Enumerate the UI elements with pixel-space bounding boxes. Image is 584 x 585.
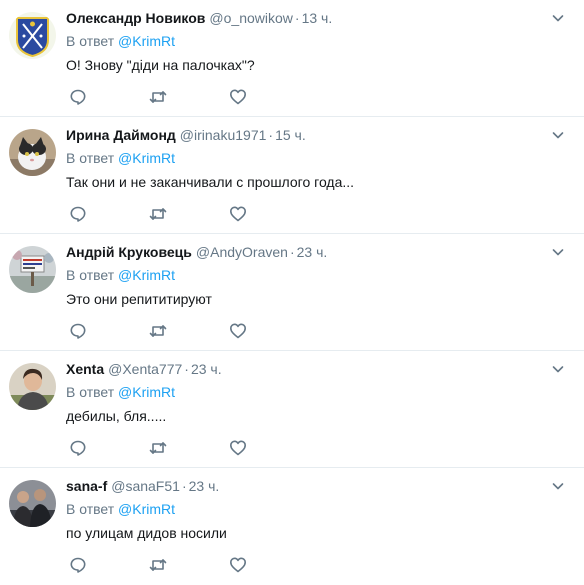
coat-of-arms-avatar-image [9, 12, 56, 59]
tweet[interactable]: Xenta @Xenta777 · 23 ч. В ответ @KrimRt деб… [0, 351, 584, 468]
retweet-icon[interactable] [149, 322, 167, 340]
tweet[interactable]: Олександр Новиков @o_nowikow · 13 ч. В отве… [0, 0, 584, 117]
reply-prefix: В ответ [66, 501, 115, 517]
author-handle[interactable]: @Xenta777 [108, 361, 182, 377]
like-heart-icon[interactable] [229, 439, 247, 457]
tweet-actions [69, 556, 247, 574]
like-heart-icon[interactable] [229, 322, 247, 340]
retweet-icon[interactable] [149, 556, 167, 574]
tweet-feed: Олександр Новиков @o_nowikow · 13 ч. В отве… [0, 0, 584, 585]
reply-icon[interactable] [69, 439, 87, 457]
avatar[interactable] [9, 129, 56, 176]
like-heart-icon[interactable] [229, 88, 247, 106]
tweet-actions [69, 205, 247, 223]
reply-context: В ответ @KrimRt [66, 32, 175, 50]
tweet-time[interactable]: 23 ч. [189, 478, 220, 494]
tweet-time[interactable]: 15 ч. [275, 127, 306, 143]
reply-to-link[interactable]: @KrimRt [118, 384, 175, 400]
reply-context: В ответ @KrimRt [66, 500, 175, 518]
reply-to-link[interactable]: @KrimRt [118, 267, 175, 283]
avatar[interactable] [9, 12, 56, 59]
tweet-text: О! Знову "діди на палочках"? [66, 57, 255, 73]
reply-to-link[interactable]: @KrimRt [118, 150, 175, 166]
tweet-header: Xenta @Xenta777 · 23 ч. [66, 360, 222, 378]
reply-context: В ответ @KrimRt [66, 383, 175, 401]
reply-icon[interactable] [69, 556, 87, 574]
retweet-icon[interactable] [149, 205, 167, 223]
chevron-down-icon[interactable] [552, 129, 564, 141]
avatar[interactable] [9, 480, 56, 527]
retweet-icon[interactable] [149, 88, 167, 106]
author-name[interactable]: Олександр Новиков [66, 10, 205, 26]
chevron-down-icon[interactable] [552, 246, 564, 258]
avatar[interactable] [9, 246, 56, 293]
reply-prefix: В ответ [66, 267, 115, 283]
author-name[interactable]: sana-f [66, 478, 107, 494]
reply-prefix: В ответ [66, 33, 115, 49]
tweet-actions [69, 322, 247, 340]
separator-dot: · [268, 127, 274, 143]
tweet-header: Олександр Новиков @o_nowikow · 13 ч. [66, 9, 332, 27]
separator-dot: · [289, 244, 295, 260]
sign-photo-avatar-image [9, 246, 56, 293]
tweet-header: sana-f @sanaF51 · 23 ч. [66, 477, 219, 495]
author-name[interactable]: Ирина Даймонд [66, 127, 176, 143]
retweet-icon[interactable] [149, 439, 167, 457]
reply-to-link[interactable]: @KrimRt [118, 501, 175, 517]
tweet[interactable]: Ирина Даймонд @irinaku1971 · 15 ч. В ответ … [0, 117, 584, 234]
reply-context: В ответ @KrimRt [66, 149, 175, 167]
tweet-actions [69, 439, 247, 457]
tweet-header: Андрій Круковець @AndyOraven · 23 ч. [66, 243, 327, 261]
separator-dot: · [181, 478, 187, 494]
reply-icon[interactable] [69, 322, 87, 340]
reply-prefix: В ответ [66, 150, 115, 166]
tweet-text: Это они репититируют [66, 291, 212, 307]
cat-photo-avatar-image [9, 129, 56, 176]
author-name[interactable]: Xenta [66, 361, 104, 377]
tweet-text: дебилы, бля..... [66, 408, 167, 424]
author-handle[interactable]: @o_nowikow [209, 10, 292, 26]
author-handle[interactable]: @AndyOraven [196, 244, 288, 260]
reply-icon[interactable] [69, 205, 87, 223]
tweet-header: Ирина Даймонд @irinaku1971 · 15 ч. [66, 126, 306, 144]
reply-to-link[interactable]: @KrimRt [118, 33, 175, 49]
tweet[interactable]: sana-f @sanaF51 · 23 ч. В ответ @KrimRt по … [0, 468, 584, 585]
person-photo-avatar-image [9, 363, 56, 410]
tweet[interactable]: Андрій Круковець @AndyOraven · 23 ч. В отве… [0, 234, 584, 351]
chevron-down-icon[interactable] [552, 480, 564, 492]
avatar[interactable] [9, 363, 56, 410]
reply-icon[interactable] [69, 88, 87, 106]
author-name[interactable]: Андрій Круковець [66, 244, 192, 260]
author-handle[interactable]: @sanaF51 [111, 478, 180, 494]
tweet-actions [69, 88, 247, 106]
reply-prefix: В ответ [66, 384, 115, 400]
group-photo-avatar-image [9, 480, 56, 527]
like-heart-icon[interactable] [229, 556, 247, 574]
chevron-down-icon[interactable] [552, 363, 564, 375]
tweet-time[interactable]: 23 ч. [297, 244, 328, 260]
tweet-text: Так они и не заканчивали с прошлого года… [66, 174, 355, 190]
chevron-down-icon[interactable] [552, 12, 564, 24]
separator-dot: · [184, 361, 189, 377]
separator-dot: · [294, 10, 300, 26]
author-handle[interactable]: @irinaku1971 [180, 127, 267, 143]
tweet-text: по улицам дидов носили [66, 525, 227, 541]
like-heart-icon[interactable] [229, 205, 247, 223]
tweet-time[interactable]: 13 ч. [302, 10, 333, 26]
tweet-time[interactable]: 23 ч. [191, 361, 222, 377]
reply-context: В ответ @KrimRt [66, 266, 175, 284]
